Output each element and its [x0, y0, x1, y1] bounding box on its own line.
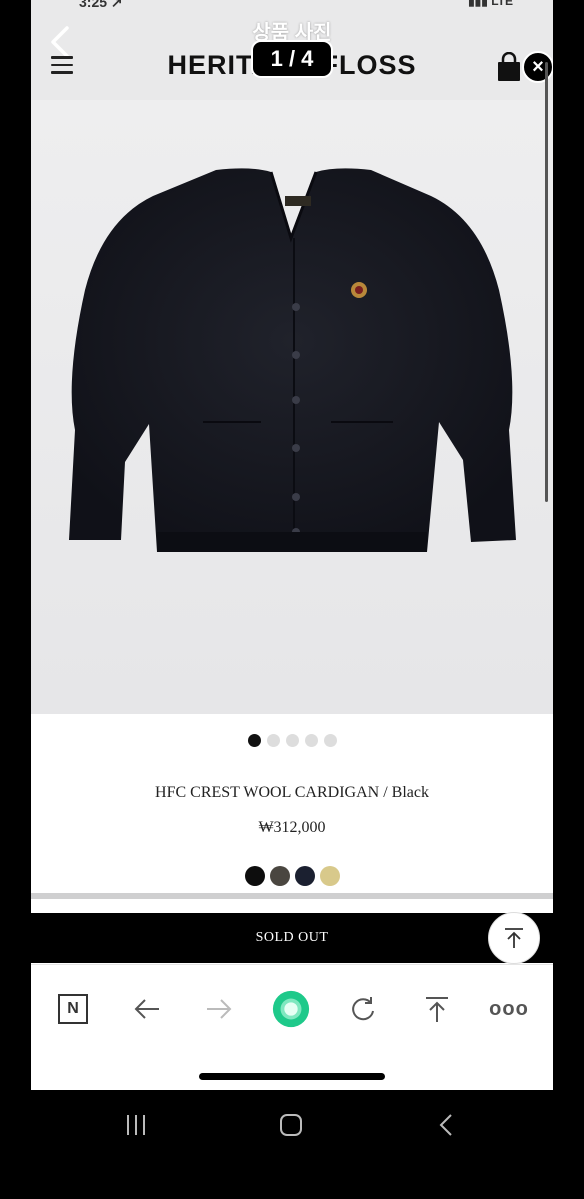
upload-icon — [426, 997, 448, 1022]
browser-toolbar: N ooo — [31, 964, 553, 1090]
more-dots-icon: ooo — [489, 997, 529, 1020]
refresh-button[interactable] — [343, 989, 383, 1029]
naver-logo-icon: N — [58, 994, 88, 1024]
color-swatches — [31, 866, 553, 886]
home-button[interactable] — [276, 1110, 316, 1140]
browser-back-button[interactable] — [127, 989, 167, 1029]
color-swatch[interactable] — [319, 866, 340, 886]
share-button[interactable] — [417, 989, 457, 1029]
gallery-dot[interactable] — [323, 734, 337, 747]
recents-button[interactable] — [121, 1110, 161, 1140]
system-navigation-bar — [0, 1090, 584, 1199]
color-swatch[interactable] — [269, 866, 290, 886]
arrow-up-icon — [505, 928, 523, 948]
gallery-dots — [31, 734, 553, 747]
arrow-right-icon — [207, 999, 232, 1019]
shopping-bag-icon[interactable] — [496, 52, 522, 82]
green-circle-icon — [272, 990, 310, 1028]
gallery-dot[interactable] — [285, 734, 299, 747]
color-swatch[interactable] — [244, 866, 265, 886]
naver-home-button[interactable]: N — [53, 989, 93, 1029]
divider — [31, 893, 553, 899]
status-signal: ▮▮▮ LTE — [468, 0, 513, 8]
close-viewer-button[interactable]: × — [522, 51, 553, 83]
sold-out-button[interactable]: SOLD OUT — [31, 913, 553, 963]
arrow-left-icon — [134, 999, 159, 1019]
more-options-button[interactable]: ooo — [489, 989, 529, 1029]
status-bar: 3:25 ↗ ▮▮▮ LTE — [31, 0, 553, 10]
home-square-icon — [280, 1114, 302, 1136]
phone-screen: 3:25 ↗ ▮▮▮ LTE 상품 사진 HERITAGE FLOSS 1 / … — [31, 0, 553, 1090]
color-swatch[interactable] — [294, 866, 315, 886]
scroll-to-top-button[interactable] — [488, 912, 540, 964]
chevron-left-icon — [439, 1114, 452, 1136]
home-indicator — [199, 1073, 385, 1080]
product-price: ₩312,000 — [258, 819, 326, 836]
product-name: HFC CREST WOOL CARDIGAN / Black — [155, 784, 429, 801]
green-home-button[interactable] — [271, 989, 311, 1029]
product-image[interactable] — [31, 100, 553, 714]
gallery-dot[interactable] — [304, 734, 318, 747]
refresh-icon — [352, 997, 374, 1021]
site-header: 상품 사진 HERITAGE FLOSS 1 / 4 × — [31, 10, 553, 100]
gallery-dot[interactable] — [247, 734, 261, 747]
image-counter: 1 / 4 — [251, 40, 333, 78]
cardigan-photo — [69, 168, 516, 552]
system-back-button[interactable] — [432, 1110, 472, 1140]
browser-forward-button[interactable] — [199, 989, 239, 1029]
recents-icon — [127, 1115, 145, 1135]
gallery-dot[interactable] — [266, 734, 280, 747]
scrollbar[interactable] — [545, 62, 548, 502]
